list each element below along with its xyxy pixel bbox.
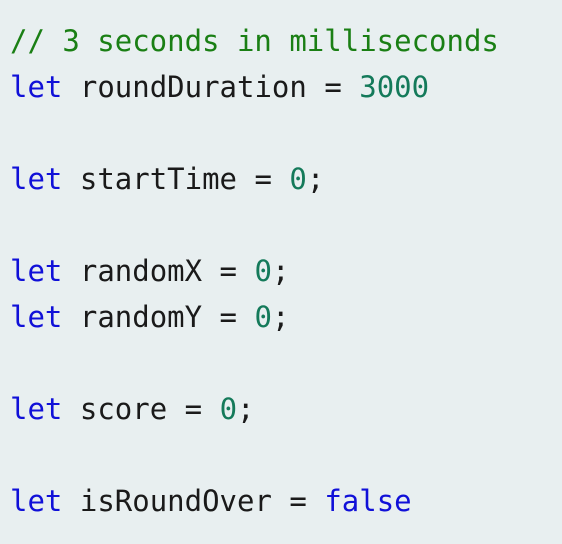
identifier-start-time: startTime xyxy=(79,162,237,196)
semicolon: ; xyxy=(306,162,325,196)
keyword-let: let xyxy=(10,254,63,288)
identifier-round-duration: roundDuration xyxy=(79,70,307,104)
operator-assign: = xyxy=(219,300,238,334)
semicolon: ; xyxy=(237,392,255,426)
number-literal: 0 xyxy=(289,162,307,196)
comment-text: // 3 seconds in milliseconds xyxy=(10,24,499,58)
number-literal: 3000 xyxy=(359,70,430,104)
keyword-let: let xyxy=(10,70,63,104)
code-line-is-round-over: let isRoundOver = false xyxy=(10,478,562,524)
keyword-let: let xyxy=(10,392,63,426)
operator-assign: = xyxy=(184,392,203,426)
code-line-score: let score = 0; xyxy=(10,386,562,432)
number-literal: 0 xyxy=(254,254,272,288)
identifier-random-y: randomY xyxy=(79,300,203,334)
code-editor[interactable]: // 3 seconds in milliseconds let roundDu… xyxy=(0,0,562,544)
identifier-is-round-over: isRoundOver xyxy=(79,484,272,518)
keyword-let: let xyxy=(10,484,63,518)
boolean-literal: false xyxy=(324,484,412,518)
code-line-random-x: let randomX = 0; xyxy=(10,248,562,294)
code-line-random-y: let randomY = 0; xyxy=(10,294,562,340)
identifier-score: score xyxy=(79,392,168,426)
number-literal: 0 xyxy=(219,392,238,426)
code-line-round-duration: let roundDuration = 3000 xyxy=(10,64,562,110)
semicolon: ; xyxy=(271,300,290,334)
operator-assign: = xyxy=(254,162,272,196)
operator-assign: = xyxy=(289,484,307,518)
code-line-comment: // 3 seconds in milliseconds xyxy=(10,18,562,64)
operator-assign: = xyxy=(219,254,238,288)
code-line-start-time: let startTime = 0; xyxy=(10,156,562,202)
keyword-let: let xyxy=(10,300,63,334)
identifier-random-x: randomX xyxy=(79,254,203,288)
semicolon: ; xyxy=(271,254,290,288)
keyword-let: let xyxy=(10,162,63,196)
number-literal: 0 xyxy=(254,300,272,334)
operator-assign: = xyxy=(324,70,342,104)
